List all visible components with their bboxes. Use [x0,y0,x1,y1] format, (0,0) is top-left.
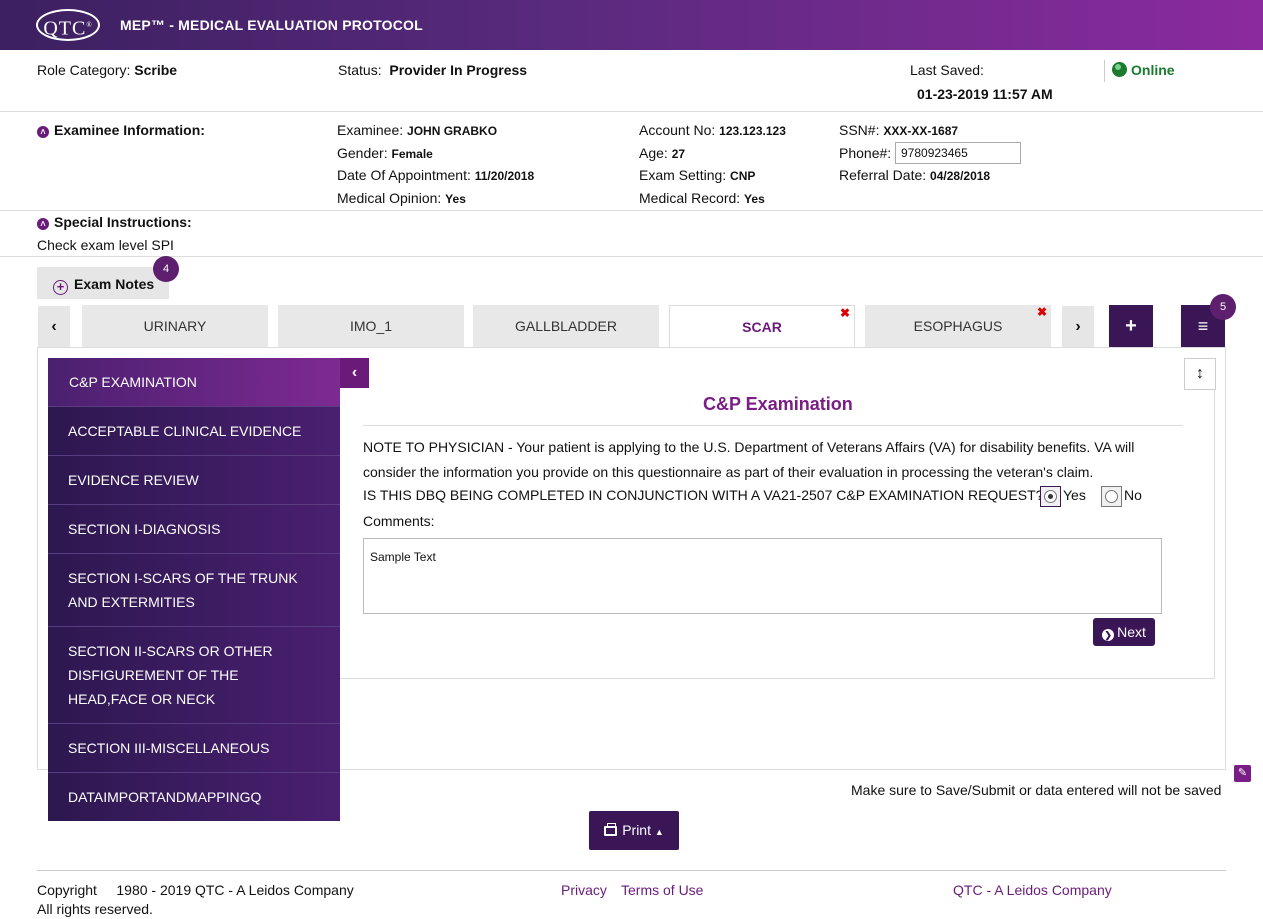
divider [0,256,1263,257]
arrow-circle-right-icon: ❯ [1102,629,1115,641]
tab-scroll-right-button[interactable]: › [1062,306,1094,347]
last-saved-label: Last Saved: [910,62,984,78]
gender-field: Gender: Female [337,145,433,161]
physician-note: NOTE TO PHYSICIAN - Your patient is appl… [363,439,1135,480]
nav-item-section-iii-misc[interactable]: SECTION III-MISCELLANEOUS [48,724,340,773]
nav-item-section-ii-scars-head[interactable]: SECTION II-SCARS OR OTHER DISFIGUREMENT … [48,627,340,724]
status-value: Provider In Progress [389,62,528,78]
referral-date-field: Referral Date: 04/28/2018 [839,167,991,183]
globe-icon [1112,62,1127,77]
status: Status: Provider In Progress [338,62,527,78]
plus-icon: + [1125,315,1137,337]
divider [0,210,1263,211]
chevron-up-icon: ˄ [37,126,49,138]
close-icon[interactable]: ✖ [840,292,850,334]
tab-scar[interactable]: SCAR ✖ [669,305,855,347]
last-saved-value: 01-23-2019 11:57 AM [917,86,1053,102]
qtc-logo[interactable]: QTC® [36,9,100,41]
printer-icon [604,823,618,836]
app-header: QTC® MEP™ - MEDICAL EVALUATION PROTOCOL [0,0,1263,50]
add-tab-button[interactable]: + [1109,305,1153,347]
save-warning: Make sure to Save/Submit or data entered… [851,782,1222,798]
section-nav: C&P EXAMINATION ACCEPTABLE CLINICAL EVID… [48,358,340,821]
menu-count-badge: 5 [1210,294,1236,320]
examinee-field: Examinee: JOHN GRABKO [337,122,498,138]
account-field: Account No: 123.123.123 [639,122,786,138]
ssn-field: SSN#: XXX-XX-1687 [839,122,959,138]
terms-link[interactable]: Terms of Use [621,882,703,898]
connection-status: Online [1112,62,1175,78]
tab-esophagus[interactable]: ESOPHAGUS ✖ [865,305,1051,347]
yes-radio[interactable] [1040,486,1061,507]
nav-item-section-i-scars-trunk[interactable]: SECTION I-SCARS OF THE TRUNK AND EXTERMI… [48,554,340,627]
radio-selected [1044,490,1057,503]
dbq-question: IS THIS DBQ BEING COMPLETED IN CONJUNCTI… [363,487,1044,503]
nav-item-section-i-diagnosis[interactable]: SECTION I-DIAGNOSIS [48,505,340,554]
phone-input[interactable]: 9780923465 [895,142,1021,164]
doa-field: Date Of Appointment: 11/20/2018 [337,167,535,183]
comments-textarea[interactable]: Sample Text [363,538,1162,614]
role-category: Role Category: Scribe [37,62,177,78]
examinee-info-toggle[interactable]: ˄ Examinee Information: [37,122,205,138]
exam-notes-count-badge: 4 [153,256,179,282]
plus-circle-icon: + [53,280,68,295]
no-label[interactable]: No [1124,487,1142,503]
special-instructions-text: Check exam level SPI [37,237,174,253]
app-title: MEP™ - MEDICAL EVALUATION PROTOCOL [120,17,423,33]
phone-label: Phone#: [839,145,892,161]
nav-item-dataimport[interactable]: DATAIMPORTANDMAPPINGQ [48,773,340,821]
tab-gallbladder[interactable]: GALLBLADDER [473,305,659,347]
tab-scroll-left-button[interactable]: ‹ [38,306,70,347]
no-radio[interactable] [1101,486,1122,507]
age-field: Age: 27 [639,145,686,161]
tab-imo-1[interactable]: IMO_1 [278,305,464,347]
role-label: Role Category: [37,62,131,78]
status-bar [0,50,1263,112]
rights-text: All rights reserved. [37,901,153,917]
next-button[interactable]: ❯ Next [1093,618,1155,646]
nav-item-evidence-review[interactable]: EVIDENCE REVIEW [48,456,340,505]
radio-unselected [1105,490,1118,503]
special-instructions-toggle[interactable]: ˄ Special Instructions: [37,214,192,230]
close-icon[interactable]: ✖ [1037,291,1047,333]
divider [363,425,1183,426]
nav-item-cp-examination[interactable]: C&P EXAMINATION [48,358,340,407]
resize-button[interactable]: ↕ [1184,358,1216,390]
medical-record-field: Medical Record: Yes [639,190,765,206]
exam-notes-button[interactable]: + Exam Notes [37,267,169,299]
resize-vertical-icon: ↕ [1196,365,1204,382]
caret-up-icon: ▲ [654,827,664,837]
copyright: Copyright 1980 - 2019 QTC - A Leidos Com… [37,882,354,898]
section-title: C&P Examination [703,394,853,414]
comments-label: Comments: [363,513,435,529]
medical-opinion-field: Medical Opinion: Yes [337,190,466,206]
nav-item-acceptable-clinical-evidence[interactable]: ACCEPTABLE CLINICAL EVIDENCE [48,407,340,456]
chevron-left-icon: ‹ [51,318,57,335]
chevron-up-icon: ˄ [37,218,49,230]
divider [37,870,1226,871]
status-label: Status: [338,62,382,78]
chevron-right-icon: › [1075,318,1081,335]
hamburger-icon: ≡ [1197,316,1209,336]
tab-urinary[interactable]: URINARY [82,305,268,347]
company-link[interactable]: QTC - A Leidos Company [953,882,1112,898]
divider [1104,60,1105,82]
privacy-link[interactable]: Privacy [561,882,607,898]
role-value: Scribe [134,62,178,78]
exam-setting-field: Exam Setting: CNP [639,167,756,183]
edit-icon[interactable]: ✎ [1234,765,1251,782]
print-button[interactable]: Print ▲ [589,811,679,850]
yes-label[interactable]: Yes [1063,487,1086,503]
